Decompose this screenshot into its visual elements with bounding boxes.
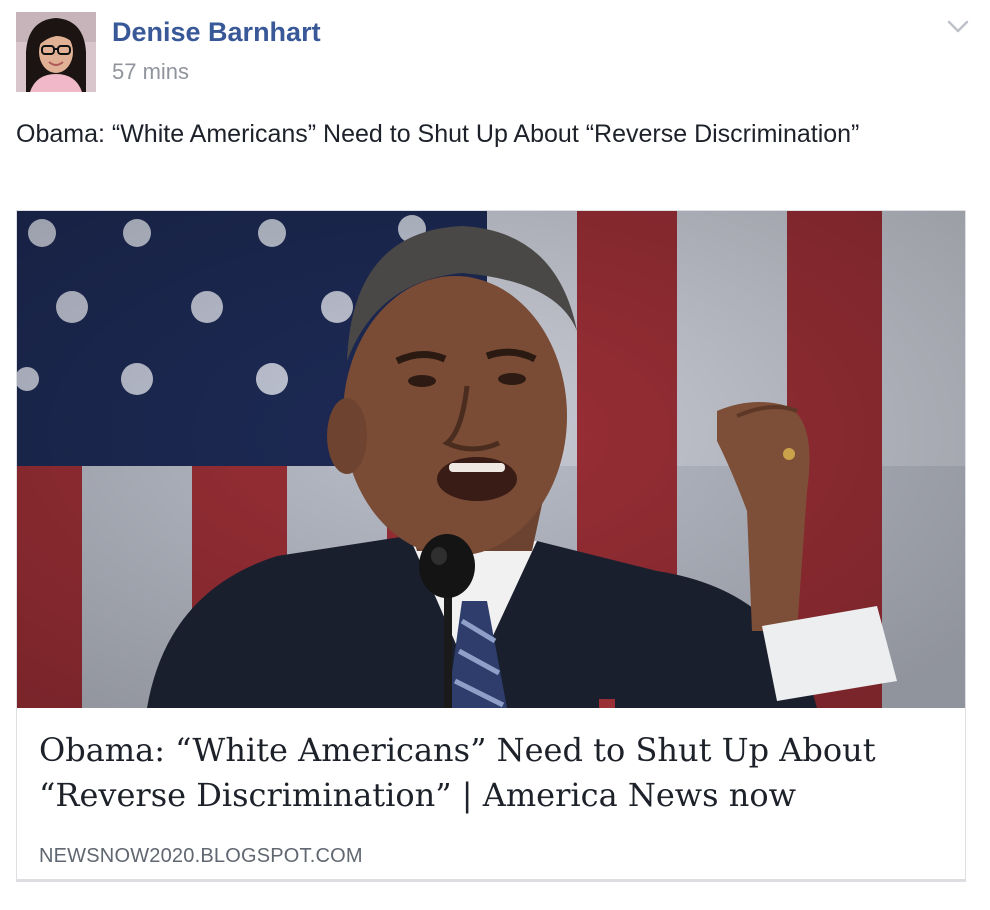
link-preview-title[interactable]: Obama: “White Americans” Need to Shut Up… [39,728,939,818]
speaker-at-podium-photo-icon [17,211,965,708]
link-preview-card[interactable]: Obama: “White Americans” Need to Shut Up… [16,210,966,882]
profile-photo-icon [16,12,96,92]
link-preview-image[interactable] [17,211,965,708]
chevron-down-icon[interactable] [944,14,972,38]
author-name-link[interactable]: Denise Barnhart [112,17,321,48]
link-preview-domain: NEWSNOW2020.BLOGSPOT.COM [39,845,363,867]
feed-post: Denise Barnhart 57 mins Obama: “White Am… [0,0,990,910]
post-message: Obama: “White Americans” Need to Shut Up… [16,120,860,148]
post-timestamp[interactable]: 57 mins [112,59,189,85]
author-avatar[interactable] [16,12,96,92]
